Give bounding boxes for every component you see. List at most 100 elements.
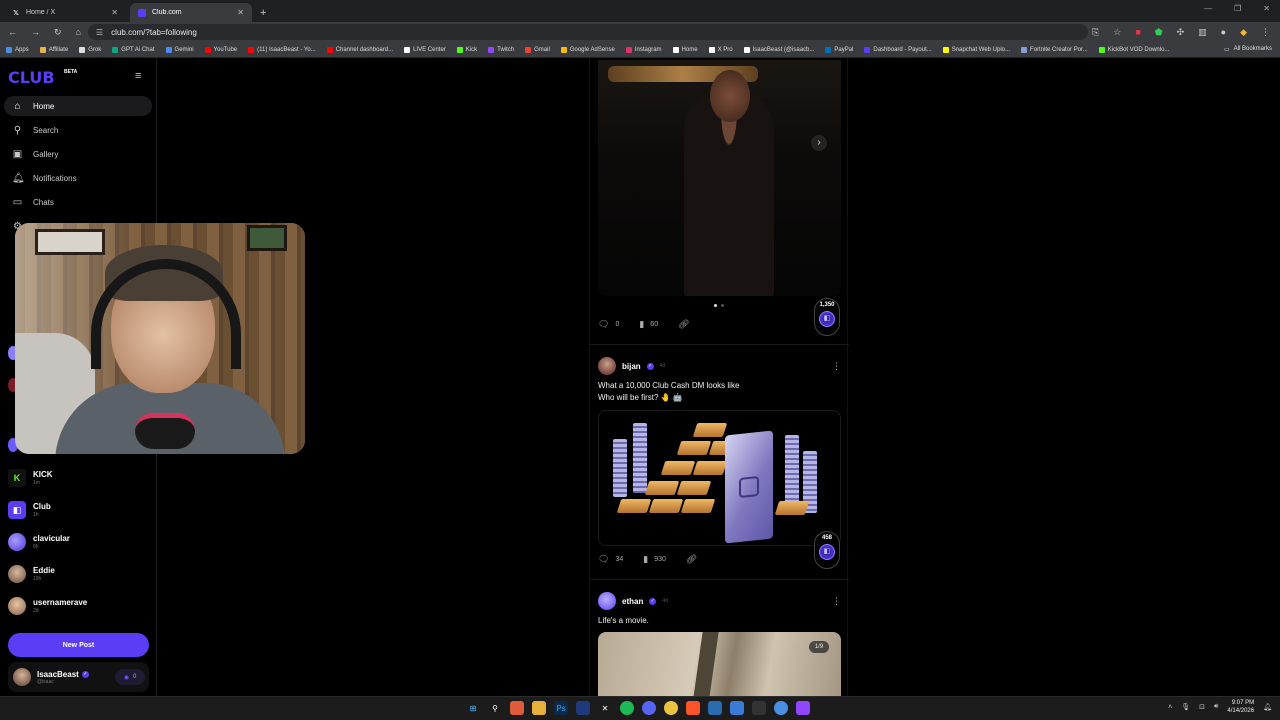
maximize-icon[interactable]: ❐ (1234, 4, 1241, 13)
sidebar-user-eddie[interactable]: Eddie 19h (8, 562, 148, 586)
discord-icon[interactable] (642, 701, 656, 715)
volume-icon[interactable]: 🔊︎ (1214, 703, 1218, 711)
bookmark-item[interactable]: GPT Ai Chat (112, 46, 155, 53)
sidebar-user-usernamerave[interactable]: usernamerave 2d (8, 594, 148, 618)
spotify-icon[interactable] (620, 701, 634, 715)
bookmark-item[interactable]: Grok (79, 46, 101, 53)
comment-icon[interactable]: 🗨︎ (598, 319, 609, 330)
bookmark-item[interactable]: Kick (456, 46, 477, 53)
all-bookmarks-button[interactable]: ▭ All Bookmarks (1224, 46, 1280, 53)
more-options-icon[interactable]: ⋮ (832, 361, 841, 372)
bookmark-item[interactable]: Gmail (525, 46, 550, 53)
bookmark-item[interactable]: Home (672, 46, 698, 53)
bookmark-item[interactable]: Apps (6, 46, 29, 53)
bookmark-item[interactable]: Instagram (625, 46, 662, 53)
post-header: ethan ✓ 4d ⋮ (598, 592, 841, 610)
avatar[interactable] (598, 357, 616, 375)
sidebar-item-search[interactable]: ⚲ Search (4, 120, 152, 140)
extension-icon[interactable]: ◆ (1240, 27, 1247, 38)
menu-dots-icon[interactable]: ⋮ (1261, 27, 1270, 38)
extensions-puzzle-icon[interactable]: ✣ (1177, 27, 1185, 38)
tip-coin-button[interactable]: 1,350 ◧ (814, 298, 840, 336)
minimize-icon[interactable]: — (1204, 4, 1212, 13)
bookmark-item[interactable]: KickBot VOD Downlo... (1098, 46, 1169, 53)
home-browser-icon[interactable]: ⌂ (76, 27, 81, 38)
photoshop-icon[interactable]: Ps (554, 701, 568, 715)
windows-start-icon[interactable]: ⊞ (466, 701, 480, 715)
tip-coin-button[interactable]: 458 ◧ (814, 531, 840, 569)
post-image[interactable] (598, 410, 841, 546)
bookmark-item[interactable]: YouTube (204, 46, 237, 53)
sidebar-user-clavicular[interactable]: clavicular 6h (8, 530, 148, 554)
app-icon[interactable] (708, 701, 722, 715)
sidebar-user-kick[interactable]: K KICK 1m (8, 466, 148, 490)
post-author[interactable]: bijan (622, 362, 641, 371)
cash-balance[interactable]: ◉ 0 (115, 669, 145, 685)
clock[interactable]: 9:07 PM 4/14/2026 (1227, 699, 1254, 715)
sidebar-item-gallery[interactable]: ▣ Gallery (4, 144, 152, 164)
profile-icon[interactable]: ● (1221, 27, 1226, 38)
avatar[interactable] (598, 592, 616, 610)
link-icon[interactable]: 🔗︎ (678, 319, 689, 330)
bookmark-item[interactable]: Dashboard - Payout... (864, 46, 932, 53)
sidebar-item-chats[interactable]: ▭ Chats (4, 192, 152, 212)
brave-icon[interactable] (686, 701, 700, 715)
site-info-icon[interactable]: ☰ (96, 28, 103, 37)
chevron-right-icon[interactable]: › (811, 135, 827, 151)
bookmark-item[interactable]: Snapchat Web Uplo... (942, 46, 1010, 53)
chrome-icon[interactable] (664, 701, 678, 715)
back-icon[interactable]: ← (8, 27, 17, 38)
current-user-card[interactable]: IsaacBeast ✓ @isaac ◉ 0 (8, 662, 149, 692)
bookmark-item[interactable]: Gemini (165, 46, 194, 53)
bookmark-item[interactable]: Twitch (488, 46, 514, 53)
post-author[interactable]: ethan (622, 597, 643, 606)
notifications-icon[interactable]: 🔔︎ (1263, 703, 1272, 711)
new-tab-button[interactable]: + (260, 7, 266, 19)
capcut-icon[interactable]: ✕ (598, 701, 612, 715)
bookmark-item[interactable]: PayPal (825, 46, 853, 53)
sidebar-user-club[interactable]: ◧ Club 1h (8, 498, 148, 522)
epic-games-icon[interactable] (752, 701, 766, 715)
app-icon[interactable] (510, 701, 524, 715)
file-explorer-icon[interactable] (532, 701, 546, 715)
post-image[interactable] (598, 60, 841, 296)
extension-icon[interactable]: ■ (1135, 27, 1140, 38)
comment-icon[interactable]: 🗨︎ (598, 554, 609, 565)
bookmark-item[interactable]: Fortnite Creator Por... (1021, 46, 1088, 53)
bookmark-item[interactable]: (11) IsaacBeast - Yo... (248, 46, 316, 53)
link-icon[interactable]: 🔗︎ (686, 554, 697, 565)
bookmark-item[interactable]: Channel dashboard... (326, 46, 393, 53)
tab-home-x[interactable]: 𝕏 Home / X ✕ (4, 3, 126, 22)
post-image[interactable]: 1/9 (598, 632, 841, 698)
more-options-icon[interactable]: ⋮ (832, 596, 841, 607)
hamburger-menu-icon[interactable]: ≡ (135, 70, 141, 82)
bookmark-item[interactable]: Google AdSense (560, 46, 615, 53)
bookmark-item[interactable]: IsaacBeast (@isaacb... (743, 46, 814, 53)
network-icon[interactable]: ⊡ (1199, 703, 1205, 711)
search-icon[interactable]: ⚲ (488, 701, 502, 715)
sidebar-item-notifications[interactable]: 🔔︎ Notifications (4, 168, 152, 188)
bookmark-item[interactable]: Affiliate (39, 46, 68, 53)
close-icon[interactable]: ✕ (237, 8, 244, 17)
chevron-up-icon[interactable]: ˄ (1168, 704, 1172, 711)
app-icon[interactable] (774, 701, 788, 715)
bookmark-star-icon[interactable]: ☆ (1113, 27, 1121, 38)
forward-icon[interactable]: → (31, 27, 40, 38)
app-icon[interactable] (576, 701, 590, 715)
bookmark-item[interactable]: X Pro (708, 46, 733, 53)
sidepanel-icon[interactable]: ▥ (1198, 27, 1207, 38)
mic-icon[interactable]: 🎙︎ (1181, 703, 1190, 711)
club-logo[interactable]: CLUB (8, 68, 55, 87)
shield-extension-icon[interactable]: ⬟ (1155, 27, 1163, 38)
tab-club[interactable]: Club.com ✕ (130, 3, 252, 22)
sidebar-item-home[interactable]: ⌂ Home (4, 96, 152, 116)
close-window-icon[interactable]: ✕ (1263, 4, 1270, 13)
new-post-button[interactable]: New Post (8, 633, 149, 657)
reload-icon[interactable]: ↻ (54, 27, 62, 38)
twitch-icon[interactable] (796, 701, 810, 715)
close-icon[interactable]: ✕ (111, 8, 118, 17)
bookmark-item[interactable]: LIVE Center (404, 46, 446, 53)
app-icon[interactable] (730, 701, 744, 715)
install-icon[interactable]: ⎘ (1092, 27, 1099, 38)
address-bar[interactable]: ☰ club.com/?tab=following (88, 24, 1088, 40)
